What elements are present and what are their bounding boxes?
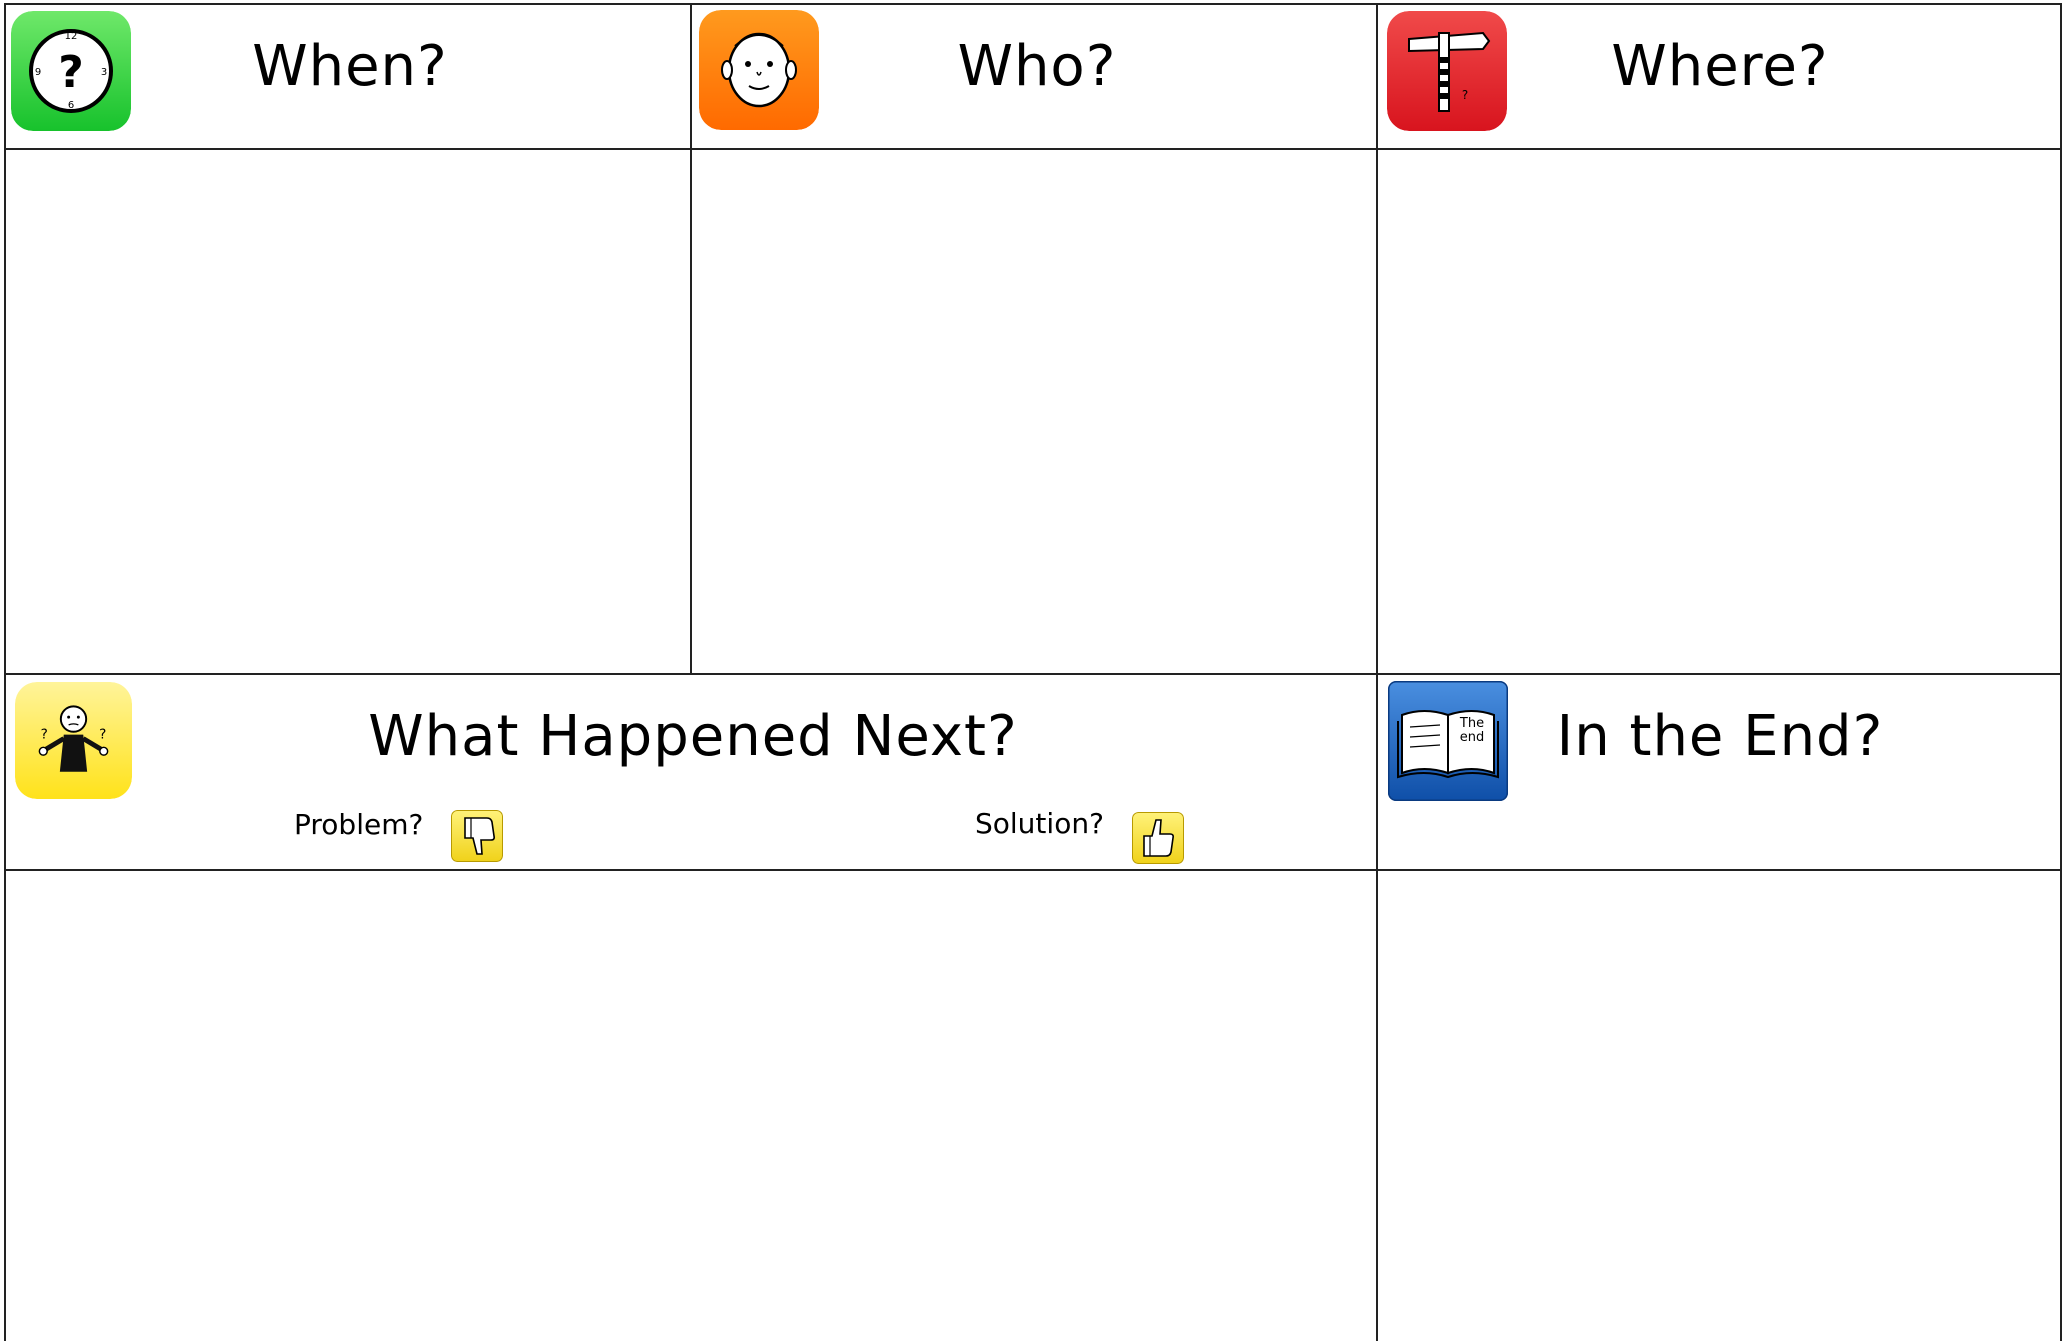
who-answer-area[interactable] <box>692 150 1376 673</box>
clock-question-icon: 12 3 6 9 ? <box>11 11 131 131</box>
where-answer-area[interactable] <box>1378 150 2060 673</box>
signpost-icon: ? <box>1387 11 1507 131</box>
book-end-text: The end <box>1459 716 1485 745</box>
what-next-heading: What Happened Next? <box>368 704 1018 769</box>
problem-label: Problem? <box>294 808 424 841</box>
svg-text:?: ? <box>58 47 84 98</box>
confused-person-icon: ? ? <box>15 682 132 799</box>
thumbs-down-icon <box>451 810 503 862</box>
row-divider <box>4 673 2062 675</box>
svg-text:?: ? <box>99 727 106 743</box>
thumbs-up-icon <box>1132 812 1184 864</box>
when-heading: When? <box>252 34 448 99</box>
solution-label: Solution? <box>975 807 1104 840</box>
when-answer-area[interactable] <box>6 150 690 673</box>
svg-text:12: 12 <box>65 31 78 42</box>
svg-text:3: 3 <box>101 67 107 78</box>
end-heading: In the End? <box>1556 704 1884 769</box>
where-heading: Where? <box>1611 34 1829 99</box>
end-answer-area[interactable] <box>1378 871 2060 1341</box>
who-heading: Who? <box>957 34 1117 99</box>
right-border <box>2060 3 2062 1341</box>
svg-text:?: ? <box>1462 88 1468 102</box>
svg-text:9: 9 <box>35 67 41 78</box>
svg-text:6: 6 <box>68 100 74 111</box>
face-icon <box>699 10 819 130</box>
what-next-answer-area[interactable] <box>6 871 1376 1341</box>
svg-text:?: ? <box>41 727 48 743</box>
top-border <box>4 3 2062 5</box>
open-book-icon: The end <box>1388 681 1508 801</box>
